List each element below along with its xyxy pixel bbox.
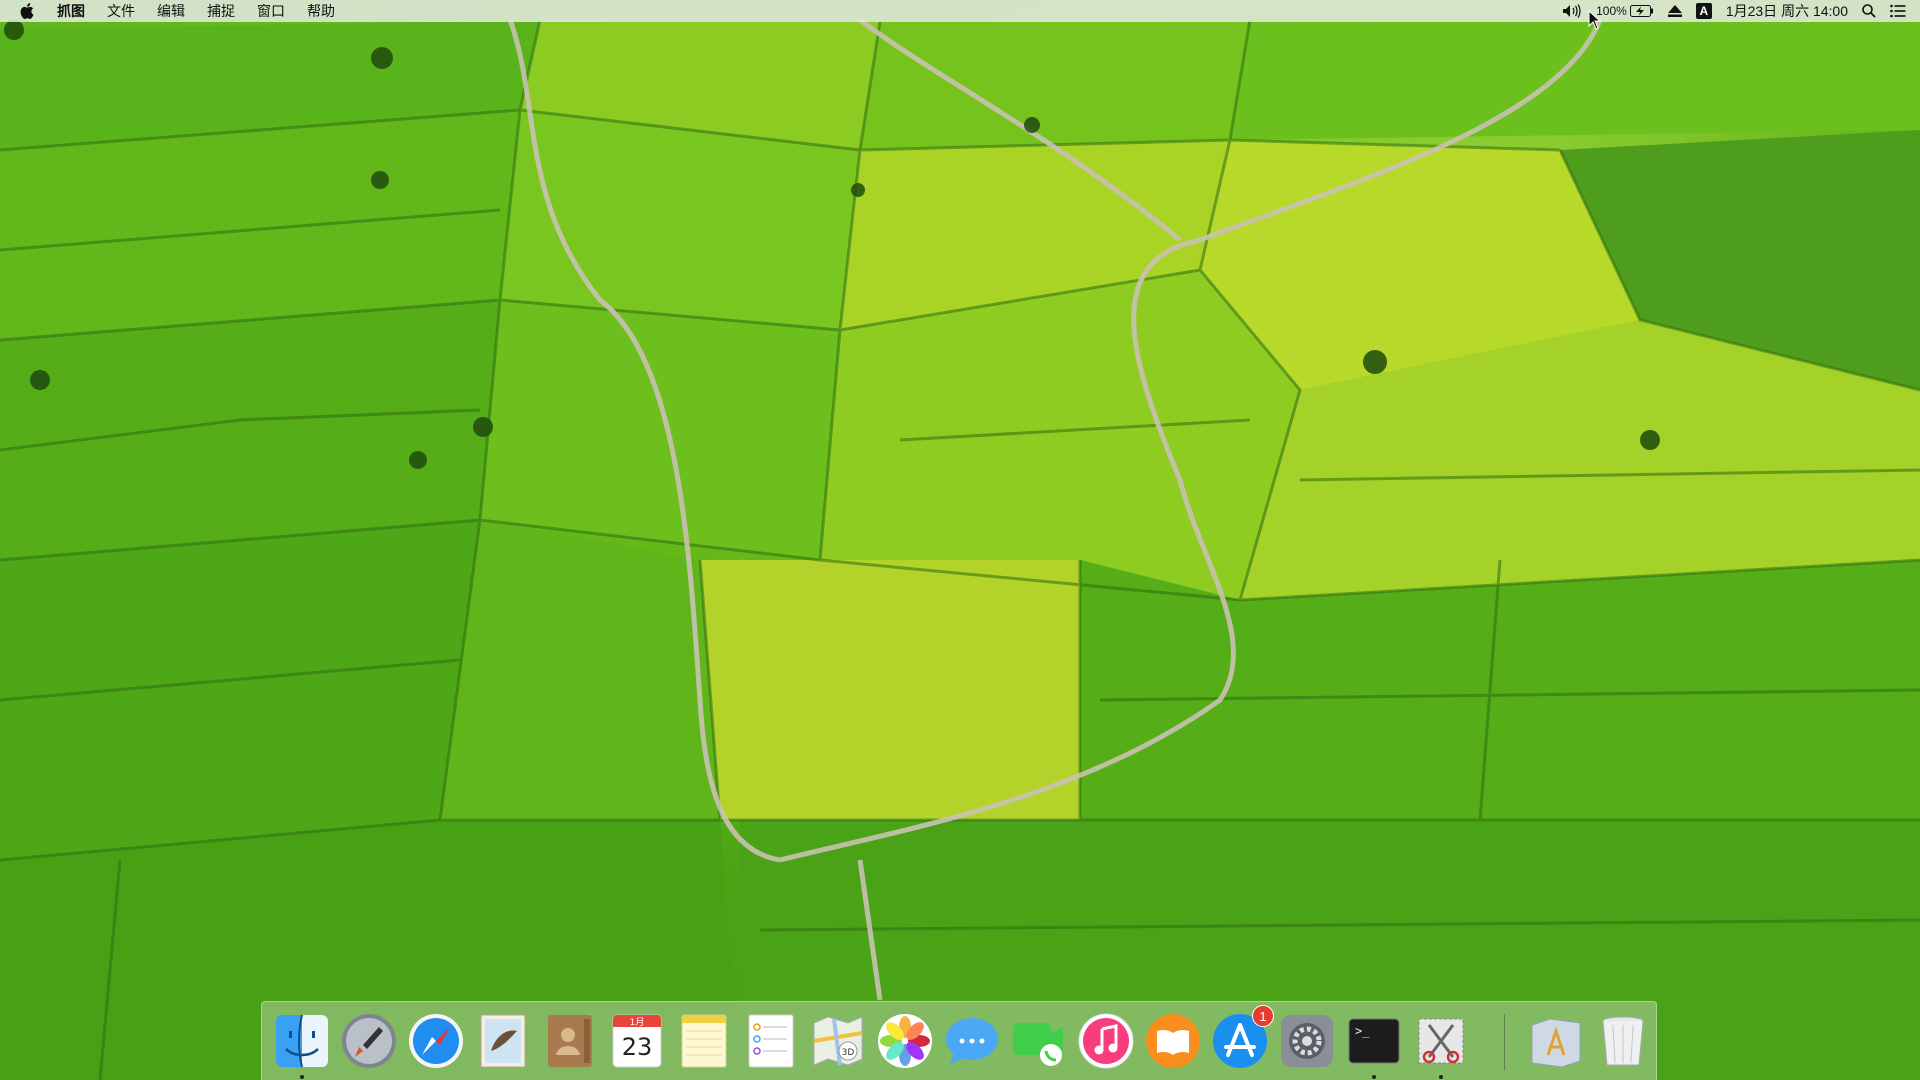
dock-reminders[interactable] xyxy=(741,1011,801,1071)
dock-photos[interactable] xyxy=(875,1011,935,1071)
messages-icon xyxy=(946,1018,998,1065)
dock-separator xyxy=(1504,1014,1505,1070)
dock-maps[interactable]: 3D xyxy=(808,1011,868,1071)
dock: 1月 23 3D 1 >_ xyxy=(261,1001,1657,1080)
notification-center-icon[interactable] xyxy=(1883,4,1920,18)
finder-icon xyxy=(276,1014,328,1068)
running-indicator xyxy=(300,1075,304,1079)
calendar-icon: 1月 23 xyxy=(612,1014,662,1068)
trash-icon xyxy=(1602,1016,1644,1066)
menu-bar-right: 100% A 1月23日 周六 14:00 xyxy=(1555,0,1920,22)
svg-text:3D: 3D xyxy=(842,1048,855,1058)
dock-ibooks[interactable] xyxy=(1143,1011,1203,1071)
maps-icon: 3D xyxy=(813,1016,863,1066)
contacts-icon xyxy=(548,1015,592,1067)
desktop[interactable]: 抓图 文件 编辑 捕捉 窗口 帮助 100% A 1月23日 周六 14:00 … xyxy=(0,0,1920,1080)
menu-window[interactable]: 窗口 xyxy=(246,0,296,22)
dock-itunes[interactable] xyxy=(1076,1011,1136,1071)
applications-folder-icon xyxy=(1531,1018,1581,1068)
dock-messages[interactable] xyxy=(942,1011,1002,1071)
dock-contacts[interactable] xyxy=(540,1011,600,1071)
dock-mail[interactable] xyxy=(473,1011,533,1071)
dock-calendar[interactable]: 1月 23 xyxy=(607,1011,667,1071)
system-preferences-icon xyxy=(1281,1015,1333,1067)
dock-system-preferences[interactable] xyxy=(1277,1011,1337,1071)
terminal-prompt: >_ xyxy=(1355,1024,1370,1038)
input-method-label: A xyxy=(1695,3,1712,19)
wallpaper-rice-fields xyxy=(0,17,1920,1080)
facetime-icon xyxy=(1013,1023,1063,1066)
running-indicator xyxy=(1439,1075,1443,1079)
calendar-day: 23 xyxy=(622,1033,653,1061)
mail-icon xyxy=(480,1014,526,1068)
battery-charging-icon xyxy=(1629,5,1653,17)
reminders-icon xyxy=(748,1014,794,1068)
menu-file[interactable]: 文件 xyxy=(96,0,146,22)
menu-capture[interactable]: 捕捉 xyxy=(196,0,246,22)
apple-menu[interactable] xyxy=(0,3,46,19)
itunes-icon xyxy=(1078,1013,1134,1069)
menu-edit[interactable]: 编辑 xyxy=(146,0,196,22)
input-method-indicator[interactable]: A xyxy=(1689,3,1719,19)
running-indicator xyxy=(1372,1075,1376,1079)
menu-grab[interactable]: 抓图 xyxy=(46,0,96,22)
menu-bar-left: 抓图 文件 编辑 捕捉 窗口 帮助 xyxy=(0,0,346,22)
apple-logo-icon xyxy=(20,3,34,19)
dock-safari[interactable] xyxy=(406,1011,466,1071)
dock-applications-folder[interactable] xyxy=(1526,1011,1586,1071)
dock-trash[interactable] xyxy=(1593,1011,1653,1071)
dock-finder[interactable] xyxy=(272,1011,332,1079)
grab-icon xyxy=(1418,1018,1464,1064)
dock-notes[interactable] xyxy=(674,1011,734,1071)
photos-icon xyxy=(878,1014,932,1068)
notification-badge: 1 xyxy=(1252,1005,1274,1027)
eject-icon[interactable] xyxy=(1661,5,1689,17)
spotlight-search-icon[interactable] xyxy=(1855,4,1883,18)
notes-icon xyxy=(681,1014,727,1068)
menu-clock[interactable]: 1月23日 周六 14:00 xyxy=(1719,0,1855,22)
dock-app-store[interactable]: 1 xyxy=(1210,1005,1274,1071)
dock-facetime[interactable] xyxy=(1009,1011,1069,1071)
dock-launchpad[interactable] xyxy=(339,1011,399,1071)
launchpad-icon xyxy=(342,1014,396,1068)
volume-icon[interactable] xyxy=(1555,4,1589,18)
calendar-month: 1月 xyxy=(630,1017,645,1028)
dock-grab[interactable] xyxy=(1411,1011,1471,1079)
ibooks-icon xyxy=(1146,1014,1200,1068)
menu-bar: 抓图 文件 编辑 捕捉 窗口 帮助 100% A 1月23日 周六 14:00 xyxy=(0,0,1920,22)
dock-terminal[interactable]: >_ xyxy=(1344,1011,1404,1079)
mouse-pointer-icon xyxy=(1588,10,1602,30)
menu-help[interactable]: 帮助 xyxy=(296,0,346,22)
safari-icon xyxy=(409,1014,463,1068)
terminal-icon: >_ xyxy=(1348,1018,1400,1064)
